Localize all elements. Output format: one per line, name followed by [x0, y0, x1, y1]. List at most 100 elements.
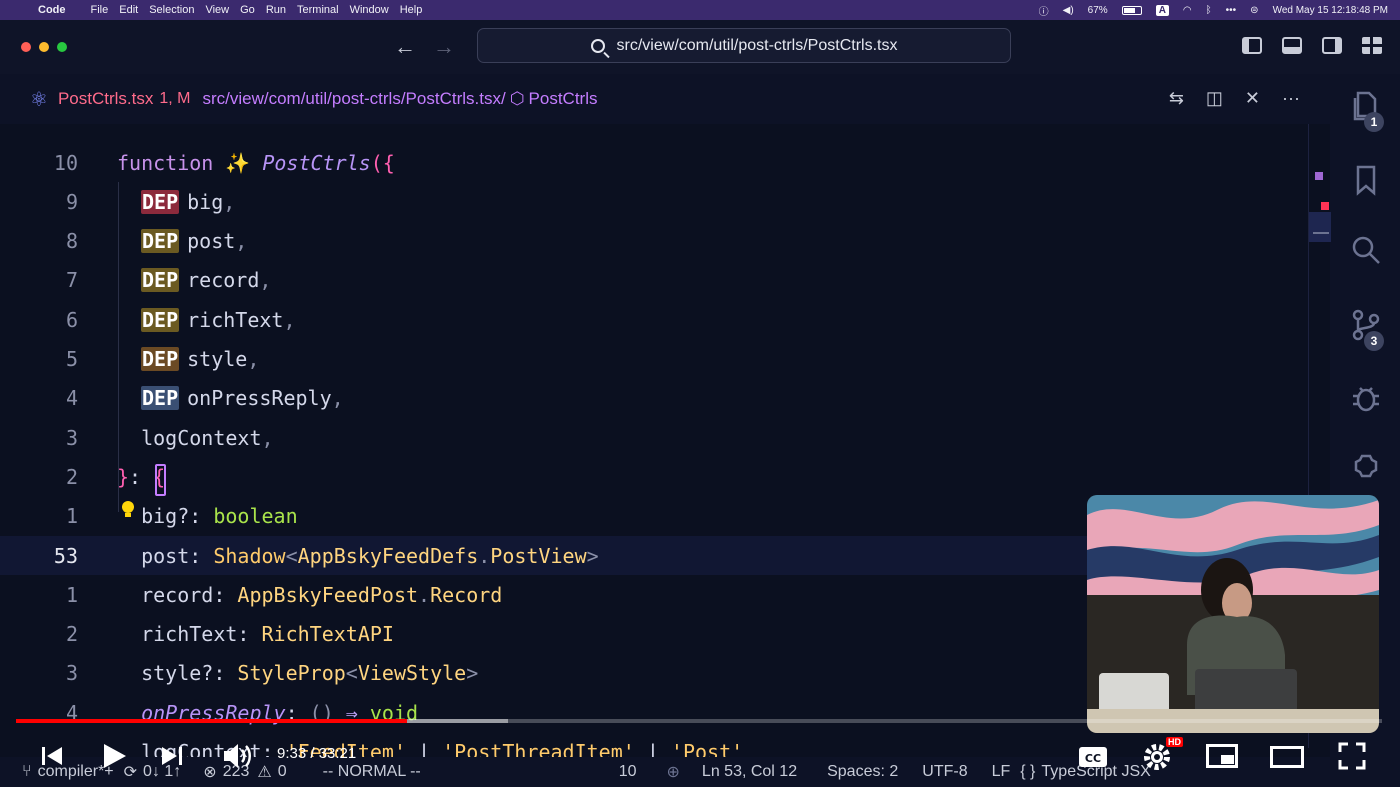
line-number[interactable]: 7 [0, 268, 92, 292]
menu-help[interactable]: Help [400, 4, 434, 16]
minimap-slider[interactable] [1309, 212, 1331, 242]
code-text: logContext, [117, 425, 273, 450]
tab-filename[interactable]: PostCtrls.tsx [58, 89, 153, 109]
dependency-badge[interactable]: DEP [141, 386, 180, 411]
line-number[interactable]: 2 [0, 622, 92, 646]
line-number[interactable]: 3 [0, 661, 92, 685]
scm-badge: 3 [1364, 331, 1384, 351]
line-number[interactable]: 5 [0, 347, 92, 371]
split-editor-icon[interactable]: ◫ [1206, 88, 1223, 109]
control-center-icon[interactable]: ⊜ [1250, 5, 1258, 16]
theater-mode-icon[interactable] [1270, 746, 1304, 773]
code-token: ({ [370, 150, 395, 175]
volume-icon[interactable]: ◀) [1063, 5, 1074, 16]
line-number[interactable]: 10 [0, 151, 92, 175]
customize-layout-icon[interactable] [1362, 37, 1382, 54]
bluetooth-icon[interactable]: ᛒ [1206, 5, 1212, 16]
input-source[interactable]: A [1155, 4, 1169, 16]
menu-edit[interactable]: Edit [119, 4, 149, 16]
fullscreen-icon[interactable] [1338, 742, 1366, 775]
code-line[interactable]: 8 DEP post, [0, 222, 1308, 261]
code-line[interactable]: 4 DEP onPressReply, [0, 379, 1308, 418]
close-window-button[interactable] [21, 42, 31, 52]
menu-app-name[interactable]: Code [38, 4, 77, 16]
tab-actions: ⇆ ◫ ✕ ··· [1169, 88, 1300, 109]
menu-selection[interactable]: Selection [149, 4, 205, 16]
line-number[interactable]: 8 [0, 229, 92, 253]
minimize-window-button[interactable] [39, 42, 49, 52]
forward-arrow-icon[interactable]: → [433, 34, 455, 60]
zoom-window-button[interactable] [57, 42, 67, 52]
dependency-badge[interactable]: DEP [141, 229, 180, 254]
debug-icon[interactable] [1350, 382, 1382, 414]
code-token: , [223, 189, 236, 214]
line-number[interactable]: 1 [0, 504, 92, 528]
next-icon[interactable] [160, 744, 184, 773]
code-text: DEP record, [117, 268, 271, 293]
line-number[interactable]: 6 [0, 308, 92, 332]
breadcrumb-path[interactable]: src/view/com/util/post-ctrls/PostCtrls.t… [202, 89, 505, 109]
webcam-video [1087, 495, 1379, 733]
menu-go[interactable]: Go [240, 4, 266, 16]
text-cursor [155, 464, 166, 496]
dependency-badge[interactable]: DEP [141, 268, 180, 293]
info-icon[interactable]: ⓘ [1039, 3, 1049, 18]
menu-view[interactable]: View [205, 4, 240, 16]
svg-text:CC: CC [1085, 752, 1101, 765]
code-token: logContext [117, 425, 262, 450]
battery-icon[interactable] [1121, 5, 1142, 15]
line-number[interactable]: 53 [0, 544, 92, 568]
previous-icon[interactable] [40, 744, 64, 773]
bookmarks-icon[interactable] [1350, 164, 1382, 196]
source-control-icon[interactable]: 3 [1350, 309, 1384, 351]
code-line[interactable]: 3 logContext, [0, 418, 1308, 457]
miniplayer-icon[interactable] [1206, 744, 1238, 773]
line-number[interactable]: 2 [0, 465, 92, 489]
search-icon[interactable] [1350, 234, 1382, 266]
code-token: style?: [117, 661, 238, 686]
code-line[interactable]: 6 DEP richText, [0, 300, 1308, 339]
dependency-badge[interactable]: DEP [141, 307, 180, 332]
menu-file[interactable]: File [91, 4, 120, 16]
toggle-secondary-sidebar-icon[interactable] [1322, 37, 1342, 54]
close-icon[interactable]: ✕ [1245, 88, 1260, 109]
code-line[interactable]: 9 DEP big, [0, 182, 1308, 221]
more-actions-icon[interactable]: ··· [1282, 88, 1300, 109]
code-line[interactable]: 7 DEP record, [0, 261, 1308, 300]
line-number[interactable]: 1 [0, 583, 92, 607]
window-controls [21, 42, 67, 52]
play-icon[interactable] [102, 742, 128, 775]
video-progress-bar[interactable] [16, 719, 1382, 723]
code-line[interactable]: 2}: { [0, 457, 1308, 496]
explorer-icon[interactable]: 1 [1350, 90, 1384, 132]
breadcrumb-symbol[interactable]: PostCtrls [529, 89, 598, 109]
more-icon[interactable]: ••• [1226, 5, 1237, 16]
compare-changes-icon[interactable]: ⇆ [1169, 88, 1184, 109]
menu-datetime[interactable]: Wed May 15 12:18:48 PM [1273, 5, 1388, 16]
toggle-primary-sidebar-icon[interactable] [1242, 37, 1262, 54]
title-bar: ← → src/view/com/util/post-ctrls/PostCtr… [0, 20, 1400, 74]
code-token: big [187, 189, 224, 214]
volume-icon[interactable] [222, 742, 252, 775]
line-number[interactable]: 9 [0, 190, 92, 214]
command-center-search[interactable]: src/view/com/util/post-ctrls/PostCtrls.t… [477, 28, 1011, 63]
menu-window[interactable]: Window [350, 4, 400, 16]
code-token: Shadow [213, 543, 286, 568]
dependency-badge[interactable]: DEP [141, 347, 180, 371]
code-line[interactable]: 10 function ✨ PostCtrls({ [0, 143, 1308, 182]
menu-run[interactable]: Run [266, 4, 297, 16]
code-token: < [345, 661, 358, 686]
wifi-icon[interactable]: ◠ [1183, 5, 1192, 16]
gear-icon[interactable] [1142, 742, 1172, 777]
back-arrow-icon[interactable]: ← [394, 34, 416, 60]
extensions-icon[interactable] [1350, 452, 1382, 484]
captions-icon[interactable]: CC [1078, 746, 1108, 773]
line-number[interactable]: 3 [0, 426, 92, 450]
code-line[interactable]: 5 DEP style, [0, 340, 1308, 379]
line-number[interactable]: 4 [0, 386, 92, 410]
lightbulb-icon[interactable] [121, 500, 135, 518]
toggle-panel-icon[interactable] [1282, 37, 1302, 54]
dependency-badge[interactable]: DEP [141, 189, 180, 214]
menu-terminal[interactable]: Terminal [297, 4, 350, 16]
code-token: record: [117, 582, 238, 607]
